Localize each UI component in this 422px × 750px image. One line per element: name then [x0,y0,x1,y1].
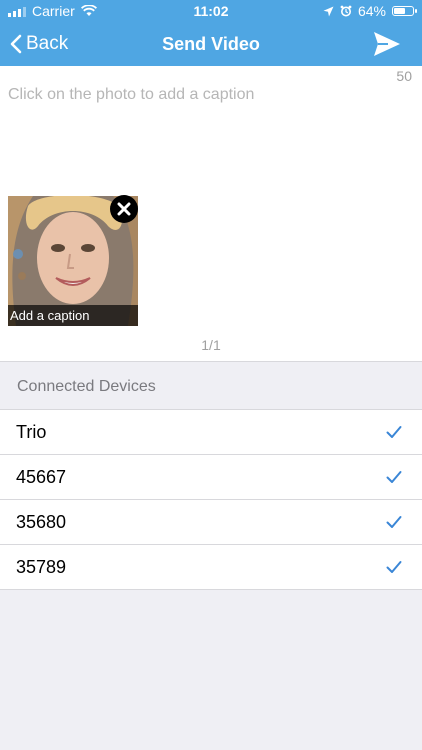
alarm-icon [340,5,352,17]
checkmark-icon [386,426,402,438]
status-bar: Carrier 11:02 64% [0,0,422,22]
page-title: Send Video [162,34,260,54]
character-counter: 50 [396,68,412,84]
location-icon [323,6,334,16]
page-indicator: 1/1 [201,337,221,353]
battery-icon [392,6,417,16]
compose-area: 50 Click on the photo to add a caption A… [0,66,422,361]
device-row[interactable]: 35789 [0,545,422,590]
checkmark-icon [386,516,402,528]
device-label: 35789 [16,557,67,577]
thumbnail-caption[interactable]: Add a caption [8,305,138,326]
section-header: Connected Devices [0,361,422,410]
section-header-label: Connected Devices [17,378,156,395]
remove-video-button[interactable] [110,195,138,223]
battery-percent: 64% [357,3,386,19]
device-list: Trio 45667 35680 35789 [0,410,422,590]
status-right: 64% [323,3,417,19]
checkmark-icon [386,561,402,573]
close-icon [117,202,131,216]
caption-input[interactable]: Click on the photo to add a caption [8,86,254,104]
device-label: 35680 [16,512,67,532]
navigation-bar: Back Send Video [0,22,422,66]
device-label: 45667 [16,467,67,487]
device-row[interactable]: Trio [0,410,422,455]
device-label: Trio [16,422,47,442]
device-row[interactable]: 35680 [0,500,422,545]
send-icon[interactable] [372,30,402,58]
device-row[interactable]: 45667 [0,455,422,500]
checkmark-icon [386,471,402,483]
battery-fill [394,8,405,14]
